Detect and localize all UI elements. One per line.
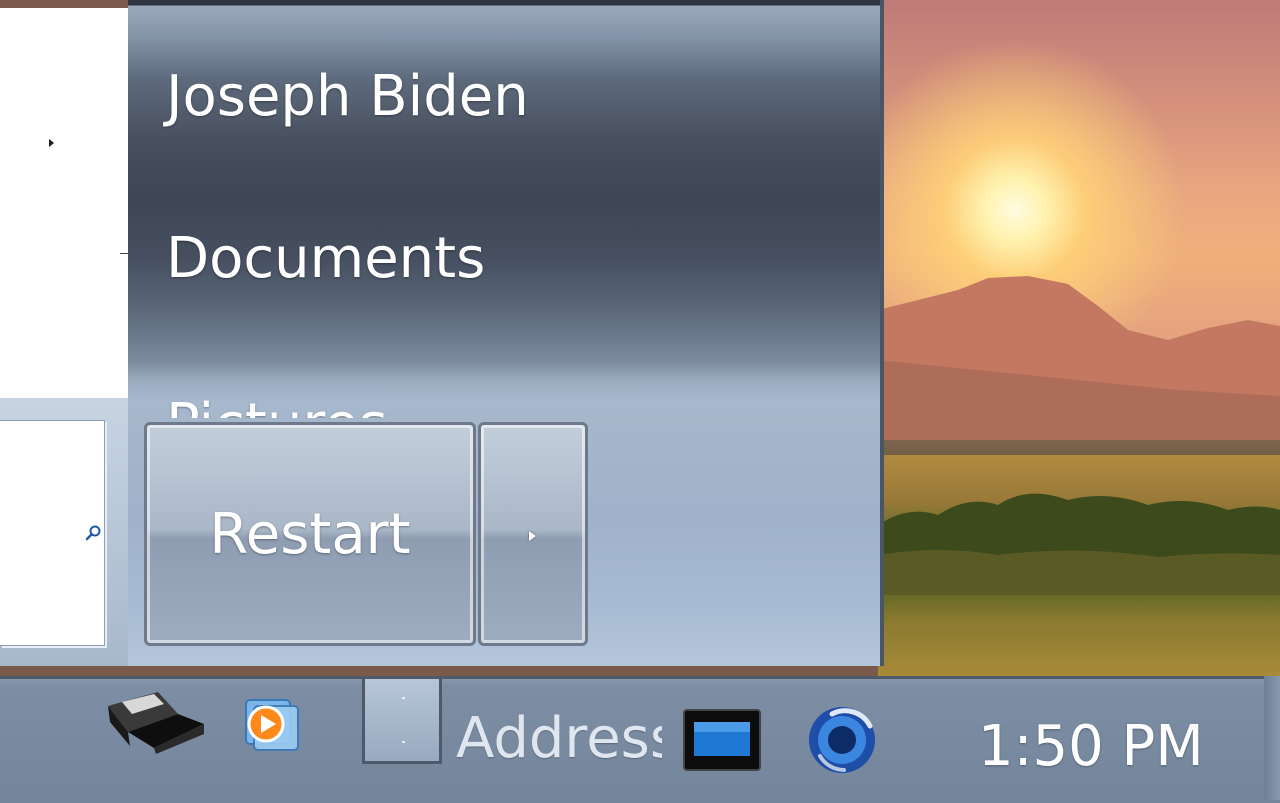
address-toolbar-label[interactable]: Address (456, 706, 662, 771)
search-icon[interactable] (84, 524, 102, 542)
program-list (0, 8, 129, 398)
restart-label: Restart (209, 501, 411, 567)
printer-icon[interactable] (104, 684, 208, 754)
mountain-silhouette (878, 276, 1280, 440)
desktop-wallpaper (878, 0, 1280, 676)
shutdown-options-button[interactable] (478, 422, 588, 646)
volume-icon[interactable] (804, 700, 878, 780)
user-name-item[interactable]: Joseph Biden (166, 64, 529, 129)
documents-item[interactable]: Documents (166, 226, 485, 291)
divider (120, 253, 128, 254)
bushes (878, 493, 1280, 595)
display-icon[interactable] (682, 708, 762, 772)
chevron-right-icon (529, 531, 536, 541)
show-desktop-button[interactable] (1264, 676, 1280, 800)
toolbar-grip-handle[interactable] (362, 676, 442, 764)
clock[interactable]: 1:50 PM (978, 714, 1204, 779)
restart-button[interactable]: Restart (144, 422, 476, 646)
submenu-arrow-icon[interactable] (49, 139, 54, 147)
media-player-icon[interactable] (240, 694, 310, 754)
pictures-item[interactable]: Pictures (166, 392, 388, 418)
